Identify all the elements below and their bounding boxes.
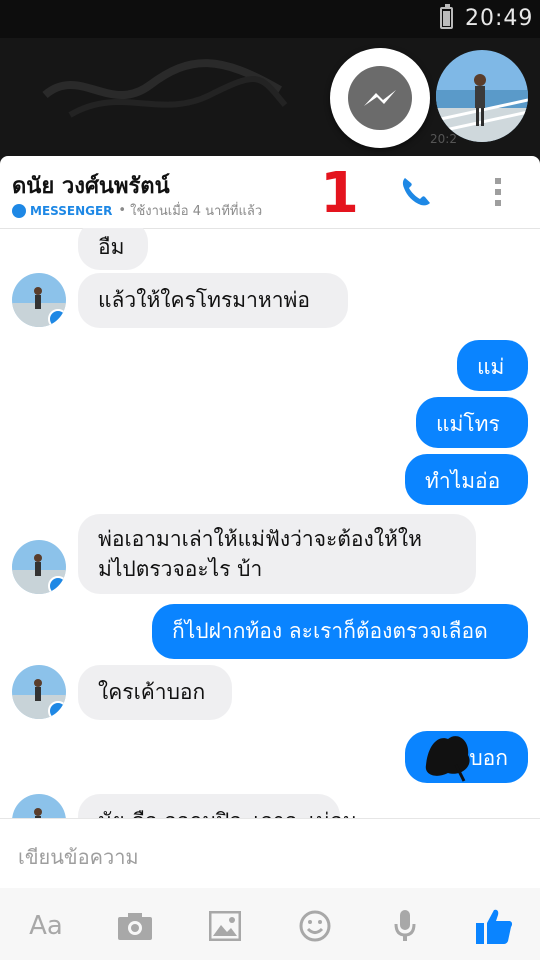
message-line: ม่ไปตรวจอะไร บ้า bbox=[98, 557, 263, 581]
camera-icon bbox=[118, 913, 152, 940]
contact-avatar bbox=[12, 540, 66, 594]
outgoing-message[interactable]: แม่โทร bbox=[416, 397, 528, 448]
app-label: MESSENGER bbox=[30, 203, 113, 218]
incoming-message[interactable]: อืม bbox=[78, 228, 148, 270]
more-vertical-icon bbox=[495, 178, 501, 206]
background-scribble-image bbox=[42, 59, 288, 118]
status-bar: 20:49 bbox=[0, 0, 540, 38]
contact-avatar bbox=[12, 794, 66, 818]
message-input[interactable]: เขียนข้อความ bbox=[18, 841, 139, 873]
emoji-button[interactable] bbox=[295, 906, 335, 946]
camera-button[interactable] bbox=[115, 906, 155, 946]
chat-head-avatar[interactable] bbox=[436, 50, 528, 142]
gallery-button[interactable] bbox=[205, 906, 245, 946]
outgoing-message[interactable]: ก็ไปฝากท้อง ละเราก็ต้องตรวจเลือด bbox=[152, 604, 528, 659]
contact-avatar bbox=[12, 273, 66, 327]
incoming-message[interactable]: พ่อเอามาเล่าให้แม่ฟังว่าจะต้องให้ให ม่ไป… bbox=[78, 514, 476, 594]
more-options-button[interactable] bbox=[486, 172, 510, 212]
thumbs-up-icon bbox=[476, 909, 513, 944]
message-line: พ่อเอามาเล่าให้แม่ฟังว่าจะต้องให้ให bbox=[98, 527, 422, 551]
messenger-logo-icon bbox=[12, 203, 26, 218]
messenger-badge-icon bbox=[48, 576, 66, 594]
messenger-badge-icon bbox=[48, 309, 66, 327]
contact-name[interactable]: ดนัย วงศ์นพรัตน์ bbox=[12, 168, 170, 203]
composer-toolbar: Aa bbox=[0, 888, 540, 960]
message-list[interactable]: อืม แล้วให้ใครโทรมาหาพ่อ แม่ แม่โทร ทำไม… bbox=[0, 228, 540, 818]
active-status: ใช้งานเมื่อ 4 นาทีที่แล้ว bbox=[130, 204, 263, 219]
chat-panel: ดนัย วงศ์นพรัตน์ MESSENGER • ใช้งานเมื่อ… bbox=[0, 156, 540, 960]
incoming-message[interactable]: ใครเค้าบอก bbox=[78, 665, 232, 720]
battery-icon bbox=[440, 4, 453, 29]
messenger-bubble-button[interactable] bbox=[330, 48, 430, 148]
chat-head-timestamp: 20:2 bbox=[430, 132, 457, 146]
contact-avatar bbox=[12, 665, 66, 719]
text-format-button[interactable]: Aa bbox=[26, 906, 66, 946]
image-icon bbox=[209, 911, 241, 941]
annotation-number: 1 bbox=[320, 161, 359, 226]
voice-button[interactable] bbox=[385, 906, 425, 946]
status-clock: 20:49 bbox=[465, 6, 534, 31]
outgoing-message[interactable]: ทำไมอ่อ bbox=[405, 454, 528, 505]
outgoing-message[interactable]: แม่ bbox=[457, 340, 528, 391]
conversation-header: ดนัย วงศ์นพรัตน์ MESSENGER • ใช้งานเมื่อ… bbox=[0, 156, 540, 229]
redaction-scribble bbox=[425, 736, 470, 782]
contact-status: MESSENGER • ใช้งานเมื่อ 4 นาทีที่แล้ว bbox=[12, 200, 262, 221]
messenger-icon bbox=[348, 66, 412, 130]
call-button[interactable] bbox=[396, 172, 436, 212]
message-composer[interactable]: เขียนข้อความ bbox=[0, 818, 540, 889]
like-button[interactable] bbox=[474, 906, 514, 946]
incoming-message[interactable]: แล้วให้ใครโทรมาหาพ่อ bbox=[78, 273, 348, 328]
smiley-icon bbox=[299, 910, 331, 942]
phone-icon bbox=[402, 178, 430, 206]
messenger-badge-icon bbox=[48, 701, 66, 719]
incoming-message[interactable]: นัย ดือ ออกมปิอะเอาอะเน่อน bbox=[78, 794, 357, 818]
microphone-icon bbox=[394, 910, 416, 941]
status-separator: • bbox=[118, 203, 127, 218]
